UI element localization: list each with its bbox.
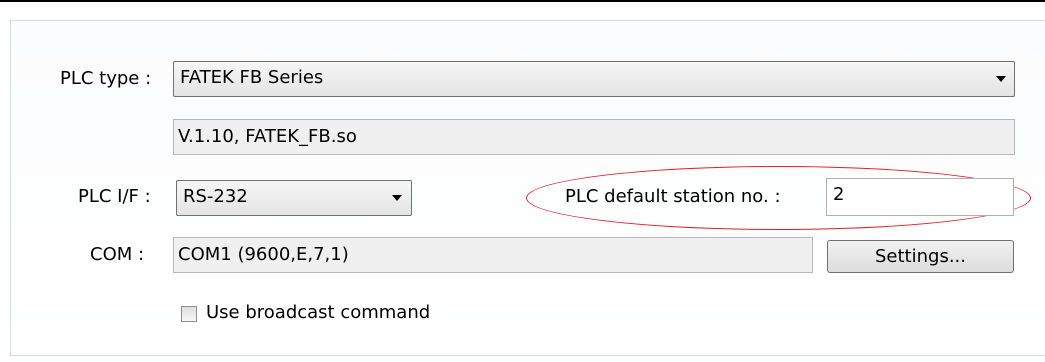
station-no-input[interactable]	[833, 184, 993, 205]
dropdown-arrow-icon	[392, 195, 402, 201]
driver-info-field: V.1.10, FATEK_FB.so	[173, 119, 1015, 155]
settings-button[interactable]: Settings...	[827, 240, 1014, 273]
plc-type-dropdown[interactable]: FATEK FB Series	[173, 61, 1015, 97]
driver-info-value: V.1.10, FATEK_FB.so	[178, 126, 357, 147]
plc-type-value: FATEK FB Series	[180, 67, 324, 88]
plc-type-label: PLC type :	[60, 68, 152, 89]
plc-if-dropdown[interactable]: RS-232	[176, 180, 412, 216]
plc-if-value: RS-232	[183, 186, 248, 207]
station-no-input-box[interactable]	[826, 178, 1014, 216]
broadcast-label[interactable]: Use broadcast command	[206, 302, 430, 323]
broadcast-checkbox[interactable]	[181, 306, 197, 322]
com-field: COM1 (9600,E,7,1)	[173, 237, 813, 273]
station-no-label: PLC default station no. :	[565, 186, 781, 207]
com-label: COM :	[90, 244, 145, 265]
dropdown-arrow-icon	[996, 76, 1006, 82]
com-value: COM1 (9600,E,7,1)	[178, 244, 349, 265]
top-border-line	[0, 0, 1045, 2]
plc-if-label: PLC I/F :	[78, 186, 151, 207]
